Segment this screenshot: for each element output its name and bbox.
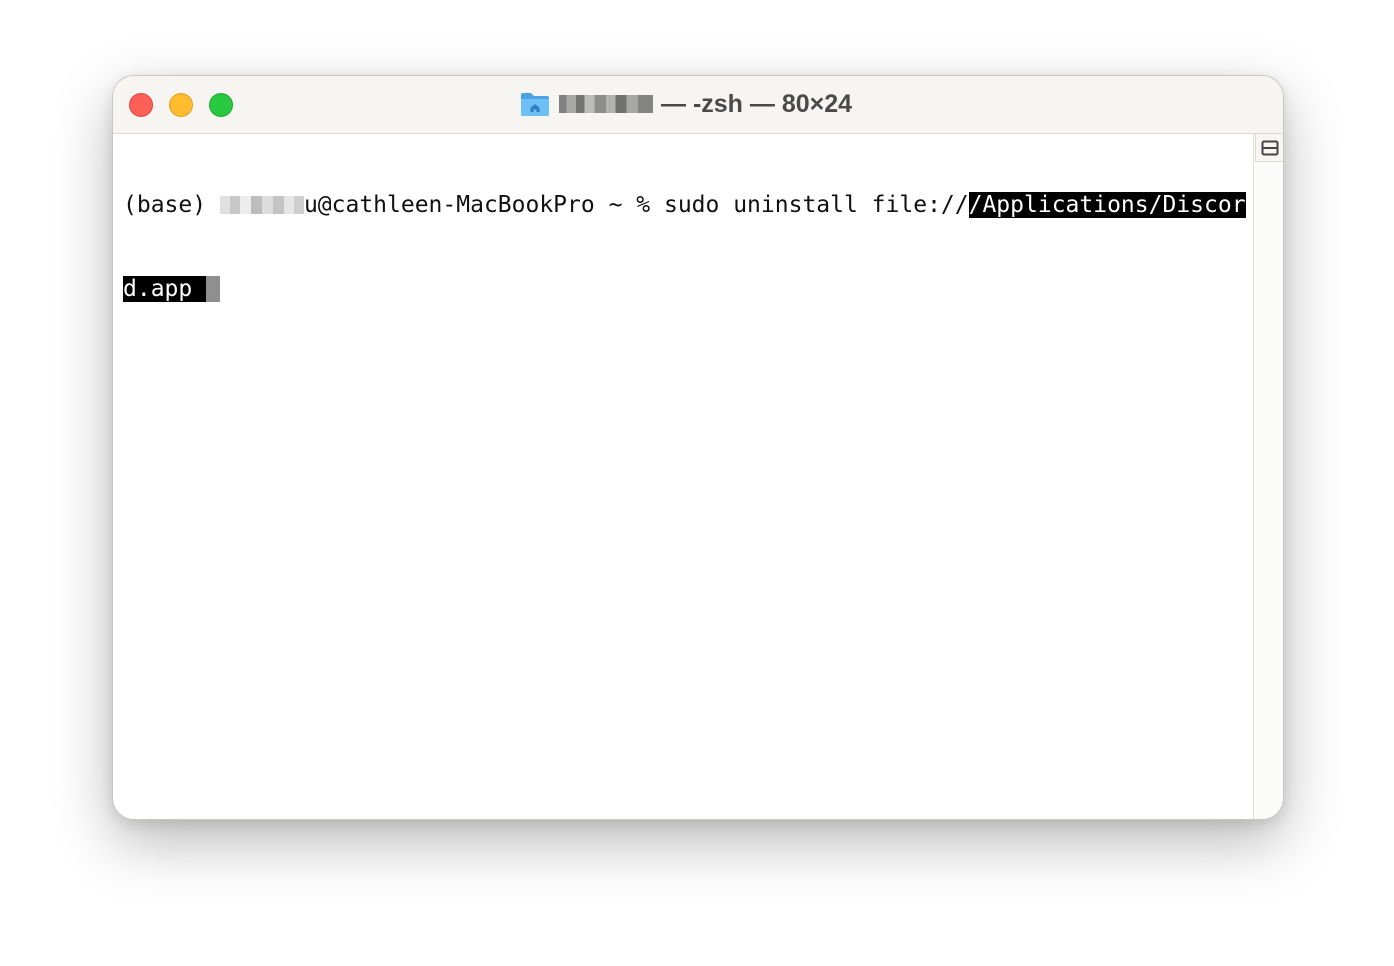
title-text: — -zsh — 80×24: [661, 89, 853, 118]
minimize-icon[interactable]: [169, 93, 193, 117]
maximize-icon[interactable]: [209, 93, 233, 117]
text-cursor: [206, 276, 221, 302]
terminal-line-2: d.app: [123, 275, 1253, 303]
scrollbar-track[interactable]: [1253, 134, 1283, 819]
title-bar[interactable]: — -zsh — 80×24: [113, 76, 1283, 134]
terminal-window: — -zsh — 80×24 (base) u@cathleen-MacBook…: [112, 75, 1284, 820]
prompt-host: u@cathleen-MacBookPro ~ %: [303, 192, 664, 218]
prompt-prefix: (base): [123, 192, 220, 218]
terminal-output[interactable]: (base) u@cathleen-MacBookPro ~ % sudo un…: [123, 135, 1253, 815]
selected-path-part1[interactable]: /Applications/Discor: [968, 192, 1246, 218]
redacted-username-inline: [219, 196, 304, 214]
selected-path-part2[interactable]: d.app: [123, 276, 207, 302]
redacted-username: [559, 95, 653, 113]
home-folder-icon: [521, 93, 549, 116]
close-icon[interactable]: [129, 93, 153, 117]
command-text: sudo uninstall file://: [663, 192, 969, 218]
terminal-line-1: (base) u@cathleen-MacBookPro ~ % sudo un…: [123, 191, 1253, 219]
window-title: — -zsh — 80×24: [519, 88, 852, 120]
split-pane-icon: [1261, 140, 1278, 155]
split-pane-button[interactable]: [1255, 134, 1283, 162]
